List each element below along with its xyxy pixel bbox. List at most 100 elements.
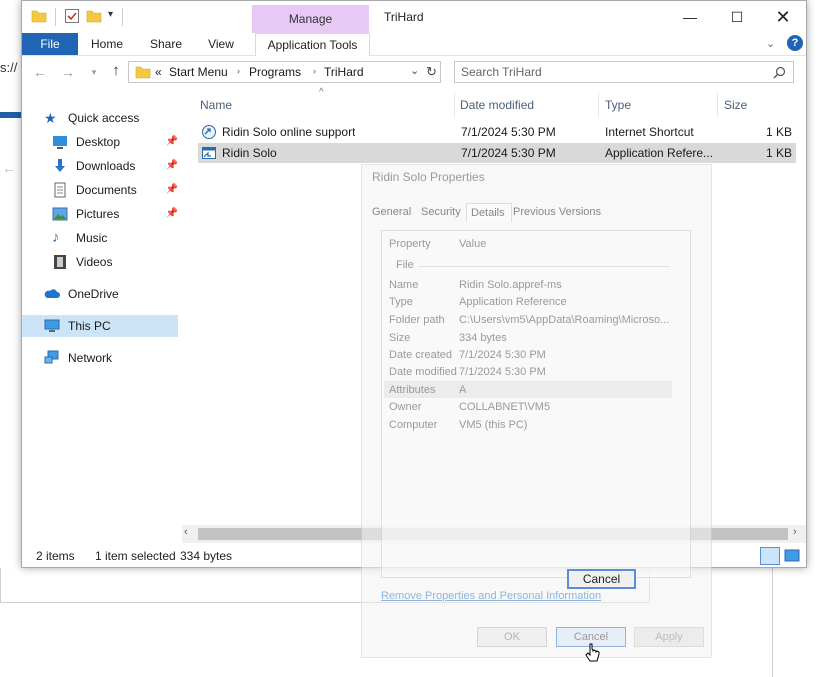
sidebar-item-label: Videos <box>76 255 113 269</box>
sidebar-item-desktop[interactable]: Desktop 📌 <box>52 131 178 153</box>
background-arrow-icon: ← <box>2 160 16 176</box>
tab-previous-versions[interactable]: Previous Versions <box>513 203 603 221</box>
chevron-right-icon: › <box>313 66 316 76</box>
sidebar-item-this-pc[interactable]: This PC <box>22 315 178 337</box>
sidebar-item-label: Downloads <box>76 159 136 173</box>
sidebar-item-pictures[interactable]: Pictures 📌 <box>52 203 178 225</box>
remove-properties-link[interactable]: Remove Properties and Personal Informati… <box>381 590 601 602</box>
property-value: 7/1/2024 5:30 PM <box>459 349 546 361</box>
column-separator[interactable] <box>454 93 455 117</box>
breadcrumb-overflow[interactable]: « <box>155 65 162 79</box>
search-placeholder: Search TriHard <box>461 65 542 79</box>
videos-icon <box>54 255 66 269</box>
breadcrumb-start-menu[interactable]: Start Menu <box>169 65 228 79</box>
property-header: Property <box>389 238 431 250</box>
property-value: A <box>459 384 467 396</box>
background-partial-text: s:// <box>0 60 18 75</box>
column-header-size[interactable]: Size <box>724 95 796 115</box>
status-selected-size: 334 bytes <box>180 549 233 563</box>
folder-icon <box>135 66 151 79</box>
table-row[interactable]: Ridin Solo 7/1/2024 5:30 PM Application … <box>198 143 796 163</box>
details-view-icon[interactable] <box>760 547 780 565</box>
column-header-name[interactable]: Name <box>200 95 454 115</box>
property-value: VM5 (this PC) <box>459 419 528 431</box>
property-value: Ridin Solo.appref-ms <box>459 279 562 291</box>
ribbon-expand-icon[interactable]: ⌄ <box>766 37 775 50</box>
cloud-icon <box>44 289 60 298</box>
sidebar-item-music[interactable]: ♪ Music <box>52 227 178 249</box>
sidebar-item-label: This PC <box>68 319 111 333</box>
column-separator[interactable] <box>717 93 718 117</box>
sidebar-item-videos[interactable]: Videos <box>52 251 178 273</box>
section-file: File <box>396 259 414 271</box>
tab-share[interactable]: Share <box>142 33 190 55</box>
star-icon: ★ <box>44 110 57 126</box>
internet-shortcut-icon <box>202 125 216 139</box>
maximize-icon[interactable]: ☐ <box>714 1 760 33</box>
breadcrumb-programs[interactable]: Programs <box>249 65 301 79</box>
pin-icon[interactable]: 📌 <box>166 179 178 201</box>
manage-tab[interactable]: Manage <box>252 5 369 33</box>
pin-icon[interactable]: 📌 <box>166 131 178 153</box>
column-header-date-modified[interactable]: Date modified <box>460 95 598 115</box>
column-separator[interactable] <box>598 93 599 117</box>
table-row[interactable]: Ridin Solo online support 7/1/2024 5:30 … <box>198 122 796 142</box>
sidebar-item-label: Desktop <box>76 135 121 149</box>
property-label: Computer <box>389 419 438 431</box>
help-icon[interactable]: ? <box>787 35 803 51</box>
file-size: 1 KB <box>765 146 792 160</box>
refresh-icon[interactable]: ↻ <box>426 64 437 80</box>
computer-icon <box>44 319 60 332</box>
background-accent-bar <box>0 112 22 118</box>
new-folder-icon[interactable] <box>86 8 102 24</box>
tab-file[interactable]: File <box>22 33 78 55</box>
minimize-icon[interactable]: — <box>667 1 713 33</box>
sidebar-item-onedrive[interactable]: OneDrive <box>44 283 178 305</box>
tab-view[interactable]: View <box>200 33 242 55</box>
ok-button[interactable]: OK <box>477 627 547 647</box>
property-label: Folder path <box>389 314 445 326</box>
property-value: 334 bytes <box>459 332 507 344</box>
mouse-cursor-icon <box>585 643 600 662</box>
apply-button[interactable]: Apply <box>634 627 704 647</box>
scroll-left-icon[interactable]: ‹ <box>184 526 188 538</box>
file-name: Ridin Solo online support <box>222 125 356 139</box>
property-label: Date modified <box>389 366 457 378</box>
divider <box>55 8 56 26</box>
property-label: Owner <box>389 401 422 413</box>
close-icon[interactable]: ✕ <box>760 1 806 33</box>
address-bar[interactable]: « Start Menu › Programs › TriHard ⌄ ↻ <box>128 61 441 83</box>
tab-home[interactable]: Home <box>84 33 130 55</box>
file-date: 7/1/2024 5:30 PM <box>461 125 556 139</box>
property-label: Name <box>389 279 419 291</box>
pin-icon[interactable]: 📌 <box>166 203 178 225</box>
sidebar-item-quick-access[interactable]: ★ Quick access <box>44 107 178 129</box>
breadcrumb-trihard[interactable]: TriHard <box>324 65 364 79</box>
sidebar-item-label: Quick access <box>68 111 140 125</box>
properties-icon[interactable] <box>64 8 80 24</box>
network-icon <box>44 350 59 364</box>
up-icon[interactable]: ↑ <box>106 62 126 80</box>
forward-icon[interactable]: → <box>58 63 78 81</box>
tab-application-tools[interactable]: Application Tools <box>255 33 370 56</box>
recent-locations-icon[interactable]: ▾ <box>84 63 104 81</box>
cancel-button-inner[interactable]: Cancel <box>567 569 636 589</box>
pin-icon[interactable]: 📌 <box>166 155 178 177</box>
column-header-type[interactable]: Type <box>605 95 715 115</box>
divider <box>418 266 670 267</box>
chevron-down-icon[interactable]: ▾ <box>108 9 113 20</box>
scroll-right-icon[interactable]: › <box>793 526 797 538</box>
tab-security[interactable]: Security <box>421 203 461 221</box>
tab-general[interactable]: General <box>372 203 412 221</box>
tab-details[interactable]: Details <box>466 203 512 222</box>
large-icons-view-icon[interactable] <box>784 548 800 564</box>
chevron-down-icon[interactable]: ⌄ <box>410 64 419 77</box>
sidebar-item-network[interactable]: Network <box>44 347 178 369</box>
application-reference-icon <box>202 147 216 159</box>
search-icon <box>773 66 786 79</box>
file-date: 7/1/2024 5:30 PM <box>461 146 556 160</box>
search-input[interactable]: Search TriHard <box>454 61 794 83</box>
sidebar-item-documents[interactable]: Documents 📌 <box>52 179 178 201</box>
back-icon[interactable]: ← <box>30 63 50 81</box>
sidebar-item-downloads[interactable]: Downloads 📌 <box>52 155 178 177</box>
